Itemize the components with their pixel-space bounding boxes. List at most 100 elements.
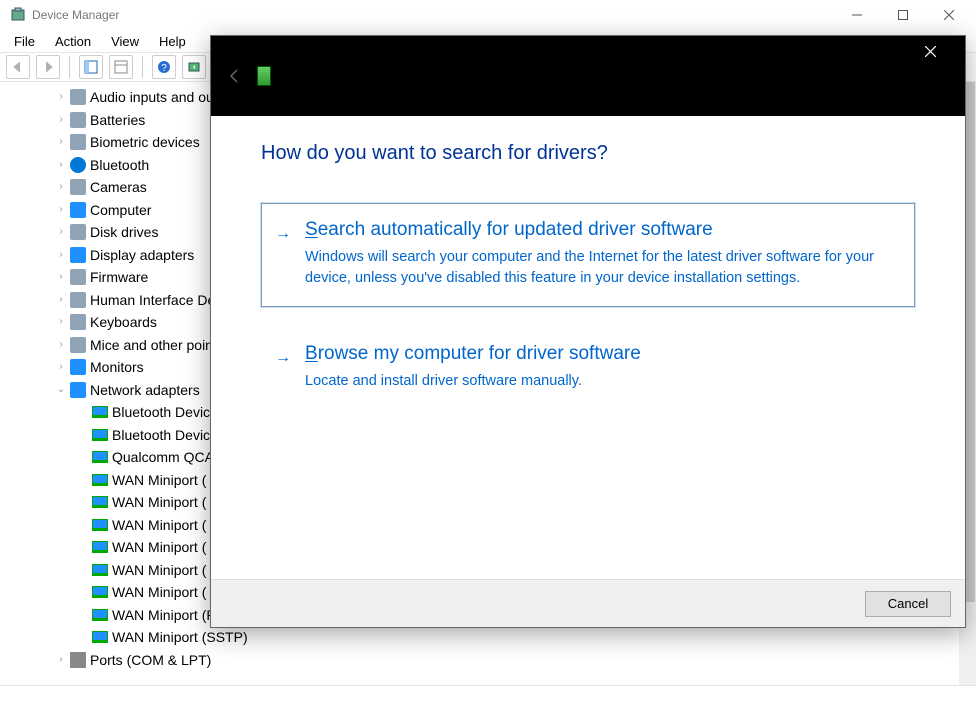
option-description: Windows will search your computer and th… — [305, 247, 895, 289]
arrow-right-icon: → — [275, 225, 291, 243]
device-label: WAN Miniport ( — [112, 581, 206, 604]
category-icon — [70, 337, 86, 353]
cancel-button[interactable]: Cancel — [865, 591, 951, 617]
nav-back-button[interactable] — [6, 55, 30, 79]
option-title: Browse my computer for driver software — [305, 343, 895, 365]
expand-toggle[interactable]: › — [54, 131, 68, 154]
expand-toggle[interactable]: › — [54, 244, 68, 267]
dialog-footer: Cancel — [211, 579, 965, 627]
expand-toggle[interactable]: › — [54, 334, 68, 357]
device-label: WAN Miniport ( — [112, 536, 206, 559]
network-adapter-icon — [92, 629, 108, 645]
device-icon — [257, 66, 271, 86]
expand-toggle[interactable]: › — [54, 154, 68, 177]
category-label: Display adapters — [90, 244, 194, 267]
option-title: Search automatically for updated driver … — [305, 219, 895, 241]
category-icon — [70, 314, 86, 330]
device-label: WAN Miniport (SSTP) — [112, 626, 248, 649]
category-icon — [70, 157, 86, 173]
expand-toggle[interactable]: › — [54, 649, 68, 672]
dialog-header — [211, 36, 965, 116]
network-adapter-icon — [92, 517, 108, 533]
category-label: Firmware — [90, 266, 148, 289]
nav-forward-button[interactable] — [36, 55, 60, 79]
device-label: Bluetooth Device — [112, 401, 218, 424]
category-label: Keyboards — [90, 311, 157, 334]
expand-toggle[interactable]: › — [54, 86, 68, 109]
category-icon — [70, 202, 86, 218]
category-icon — [70, 224, 86, 240]
expand-toggle[interactable]: › — [54, 176, 68, 199]
category-label: Biometric devices — [90, 131, 200, 154]
category-icon — [70, 269, 86, 285]
expand-toggle[interactable]: › — [54, 109, 68, 132]
device-label: WAN Miniport ( — [112, 491, 206, 514]
category-label: Network adapters — [90, 379, 200, 402]
network-adapter-icon — [92, 449, 108, 465]
expand-toggle[interactable]: › — [54, 356, 68, 379]
category-icon — [70, 292, 86, 308]
network-adapter-icon — [92, 404, 108, 420]
minimize-button[interactable] — [834, 0, 880, 30]
dialog-body: How do you want to search for drivers? →… — [211, 116, 965, 579]
network-adapter-icon — [92, 427, 108, 443]
device-label: WAN Miniport ( — [112, 469, 206, 492]
device-label: WAN Miniport ( — [112, 514, 206, 537]
category-icon — [70, 359, 86, 375]
expand-toggle[interactable]: › — [54, 199, 68, 222]
dialog-close-button[interactable] — [907, 36, 953, 66]
expand-toggle[interactable]: › — [54, 289, 68, 312]
properties-button[interactable] — [109, 55, 133, 79]
menu-file[interactable]: File — [4, 32, 45, 51]
window-title: Device Manager — [32, 8, 834, 22]
menu-action[interactable]: Action — [45, 32, 101, 51]
separator — [142, 56, 143, 78]
expand-toggle[interactable]: › — [54, 221, 68, 244]
app-icon — [10, 7, 26, 23]
network-adapter-icon — [92, 494, 108, 510]
network-adapter-icon — [92, 472, 108, 488]
category-icon — [70, 134, 86, 150]
network-adapter-icon — [92, 539, 108, 555]
device-label: WAN Miniport ( — [112, 559, 206, 582]
category-label: Computer — [90, 199, 151, 222]
menu-help[interactable]: Help — [149, 32, 196, 51]
network-adapter-icon — [92, 584, 108, 600]
tree-category[interactable]: › Ports (COM & LPT) — [54, 649, 976, 672]
category-icon — [70, 247, 86, 263]
network-adapter-icon — [92, 562, 108, 578]
show-tree-button[interactable] — [79, 55, 103, 79]
close-window-button[interactable] — [926, 0, 972, 30]
expand-toggle[interactable]: › — [54, 311, 68, 334]
category-label: Batteries — [90, 109, 145, 132]
device-label: Bluetooth Device — [112, 424, 218, 447]
category-label: Ports (COM & LPT) — [90, 649, 211, 672]
network-adapter-icon — [92, 607, 108, 623]
expand-toggle[interactable]: ⌄ — [54, 379, 68, 402]
category-icon — [70, 89, 86, 105]
maximize-button[interactable] — [880, 0, 926, 30]
scan-hardware-button[interactable] — [182, 55, 206, 79]
tree-device[interactable]: WAN Miniport (SSTP) — [76, 626, 976, 649]
category-label: Disk drives — [90, 221, 158, 244]
arrow-right-icon: → — [275, 349, 291, 367]
category-icon — [70, 382, 86, 398]
help-button[interactable]: ? — [152, 55, 176, 79]
dialog-question: How do you want to search for drivers? — [261, 142, 915, 165]
separator — [69, 56, 70, 78]
menu-view[interactable]: View — [101, 32, 149, 51]
category-label: Bluetooth — [90, 154, 149, 177]
device-label: Qualcomm QCA — [112, 446, 214, 469]
statusbar — [0, 685, 976, 715]
expand-toggle[interactable]: › — [54, 266, 68, 289]
option-search-automatically[interactable]: → Search automatically for updated drive… — [261, 203, 915, 307]
svg-text:?: ? — [161, 63, 167, 74]
option-browse-computer[interactable]: → Browse my computer for driver software… — [261, 327, 915, 410]
dialog-back-button[interactable] — [223, 64, 247, 88]
update-driver-dialog: How do you want to search for drivers? →… — [210, 35, 966, 628]
category-icon — [70, 652, 86, 668]
category-icon — [70, 179, 86, 195]
category-icon — [70, 112, 86, 128]
titlebar: Device Manager — [0, 0, 976, 30]
category-label: Monitors — [90, 356, 144, 379]
